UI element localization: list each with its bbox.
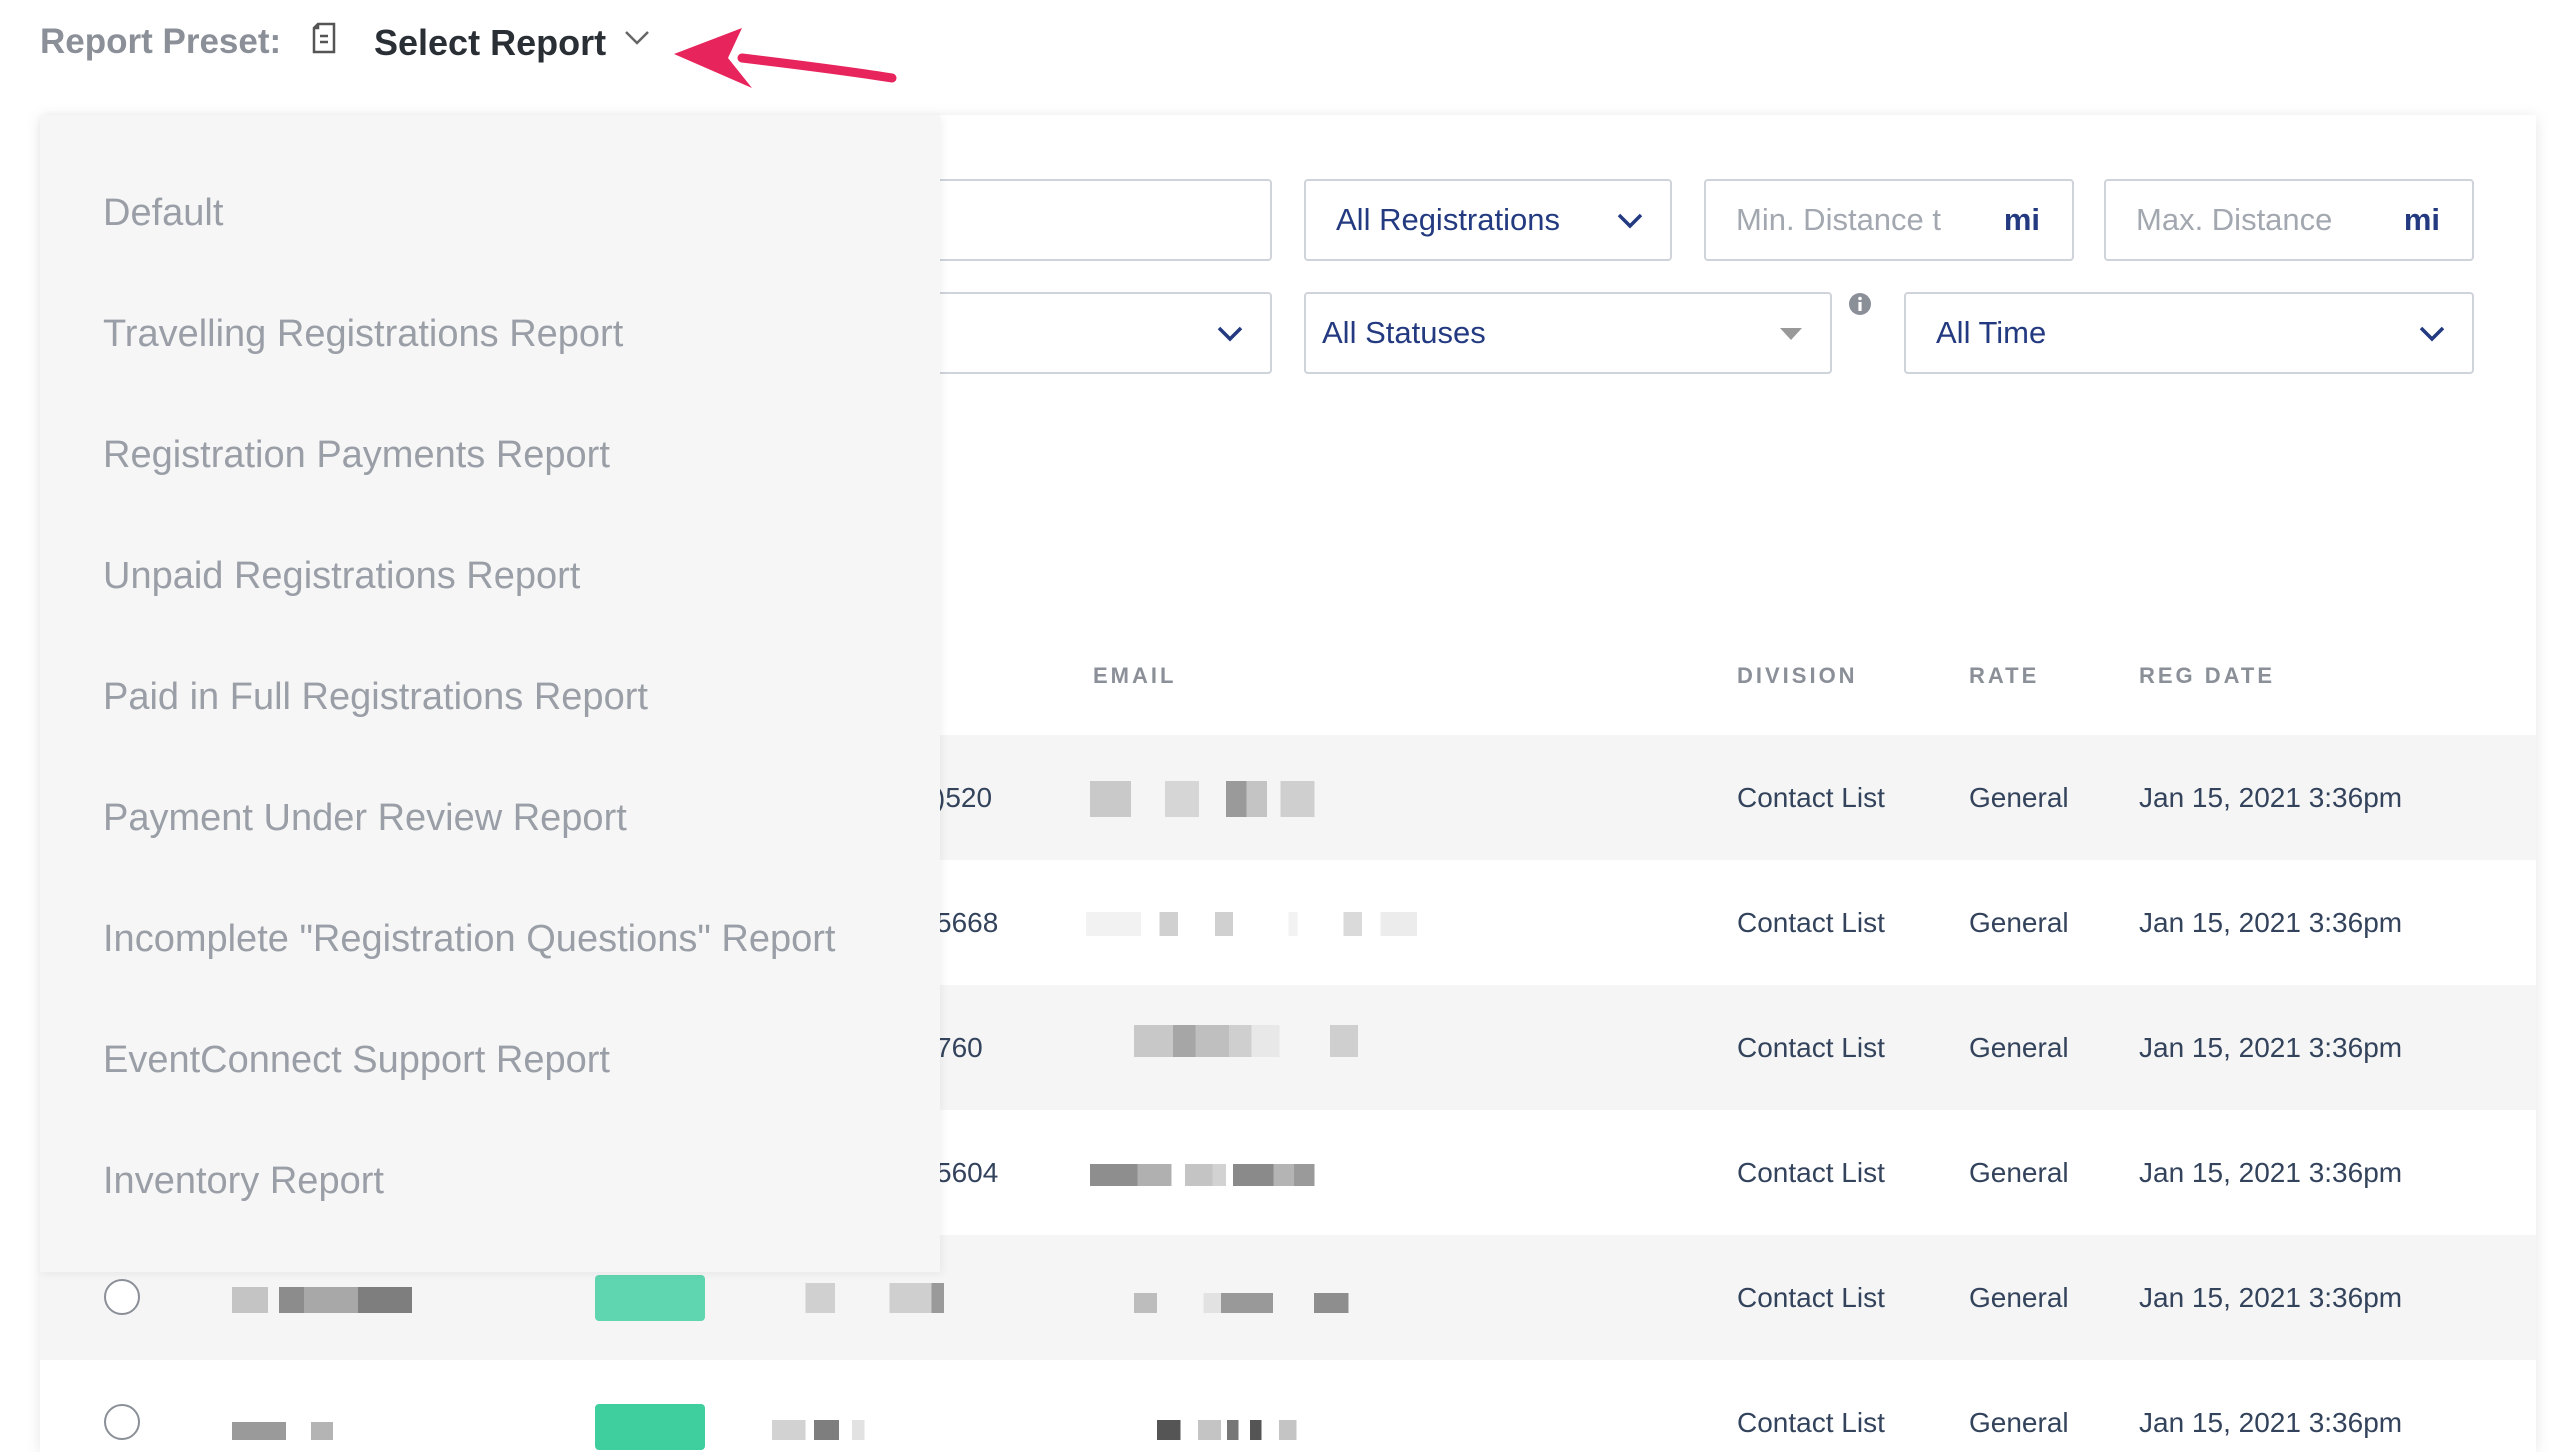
phone-cell: 5668 — [936, 907, 999, 938]
document-icon — [312, 22, 336, 54]
email-redacted — [1090, 1164, 1430, 1186]
menu-item-default[interactable]: Default — [103, 192, 223, 235]
reg-date-cell: Jan 15, 2021 3:36pm — [2139, 1282, 2403, 1313]
column-header-rate[interactable]: RATE — [1969, 663, 2039, 689]
menu-item-unpaid-registrations[interactable]: Unpaid Registrations Report — [103, 555, 580, 598]
row-select-radio[interactable] — [104, 1404, 140, 1440]
phone-cell: 760 — [936, 1032, 983, 1063]
menu-item-incomplete-questions[interactable]: Incomplete "Registration Questions" Repo… — [103, 918, 835, 961]
division-cell: Contact List — [1737, 1282, 1885, 1313]
report-preset-select[interactable]: Select Report — [374, 22, 606, 64]
reg-date-cell: Jan 15, 2021 3:36pm — [2139, 1032, 2403, 1063]
column-header-division[interactable]: DIVISION — [1737, 663, 1858, 689]
phone-cell: )520 — [936, 782, 993, 813]
division-cell: Contact List — [1737, 1032, 1885, 1063]
menu-item-inventory[interactable]: Inventory Report — [103, 1160, 384, 1203]
min-distance-input[interactable]: Min. Distance t mi — [1704, 179, 2074, 261]
division-cell: Contact List — [1737, 907, 1885, 938]
menu-item-eventconnect-support[interactable]: EventConnect Support Report — [103, 1039, 610, 1082]
chevron-down-icon[interactable] — [622, 28, 652, 48]
report-preset-label: Report Preset: — [40, 22, 282, 61]
rate-cell: General — [1969, 1407, 2069, 1438]
column-header-reg-date[interactable]: REG DATE — [2139, 663, 2275, 689]
phone-redacted — [772, 1420, 982, 1440]
division-cell: Contact List — [1737, 1157, 1885, 1188]
report-preset-menu: Default Travelling Registrations Report … — [40, 115, 940, 1272]
reg-date-cell: Jan 15, 2021 3:36pm — [2139, 907, 2403, 938]
info-icon[interactable] — [1848, 292, 1872, 316]
table-row[interactable]: Contact List General Jan 15, 2021 3:36pm — [40, 1360, 2536, 1452]
registrations-select[interactable]: All Registrations — [1304, 179, 1672, 261]
pointer-arrow-icon — [674, 28, 897, 88]
rate-cell: General — [1969, 782, 2069, 813]
menu-item-payment-under-review[interactable]: Payment Under Review Report — [103, 797, 627, 840]
chevron-down-icon — [1617, 213, 1643, 229]
reg-date-cell: Jan 15, 2021 3:36pm — [2139, 1157, 2403, 1188]
status-pill — [595, 1275, 705, 1321]
email-redacted — [1086, 912, 1546, 936]
division-cell: Contact List — [1737, 782, 1885, 813]
row-select-radio[interactable] — [104, 1279, 140, 1315]
rate-cell: General — [1969, 1282, 2069, 1313]
division-cell: Contact List — [1737, 1407, 1885, 1438]
statuses-select[interactable]: All Statuses — [1304, 292, 1832, 374]
max-distance-unit: mi — [2403, 202, 2440, 237]
time-select[interactable]: All Time — [1904, 292, 2474, 374]
email-redacted — [1090, 781, 1430, 817]
reg-date-cell: Jan 15, 2021 3:36pm — [2139, 782, 2403, 813]
menu-item-travelling-registrations[interactable]: Travelling Registrations Report — [103, 313, 623, 356]
max-distance-input[interactable]: Max. Distance mi — [2104, 179, 2474, 261]
phone-redacted — [772, 1283, 982, 1313]
rate-cell: General — [1969, 1157, 2069, 1188]
email-redacted — [1134, 1420, 1424, 1440]
column-header-email[interactable]: EMAIL — [1093, 663, 1176, 689]
email-redacted — [1134, 1293, 1424, 1313]
chevron-down-icon — [2419, 326, 2445, 342]
chevron-down-icon — [1217, 326, 1243, 342]
menu-item-paid-in-full[interactable]: Paid in Full Registrations Report — [103, 676, 648, 719]
reg-date-cell: Jan 15, 2021 3:36pm — [2139, 1407, 2403, 1438]
menu-item-registration-payments[interactable]: Registration Payments Report — [103, 434, 610, 477]
phone-cell: 5604 — [936, 1157, 999, 1188]
name-redacted — [232, 1422, 412, 1440]
name-redacted — [232, 1287, 412, 1313]
rate-cell: General — [1969, 907, 2069, 938]
status-pill — [595, 1404, 705, 1450]
rate-cell: General — [1969, 1032, 2069, 1063]
email-redacted — [1134, 1025, 1414, 1057]
caret-down-icon — [1780, 328, 1802, 340]
min-distance-unit: mi — [2003, 202, 2040, 237]
